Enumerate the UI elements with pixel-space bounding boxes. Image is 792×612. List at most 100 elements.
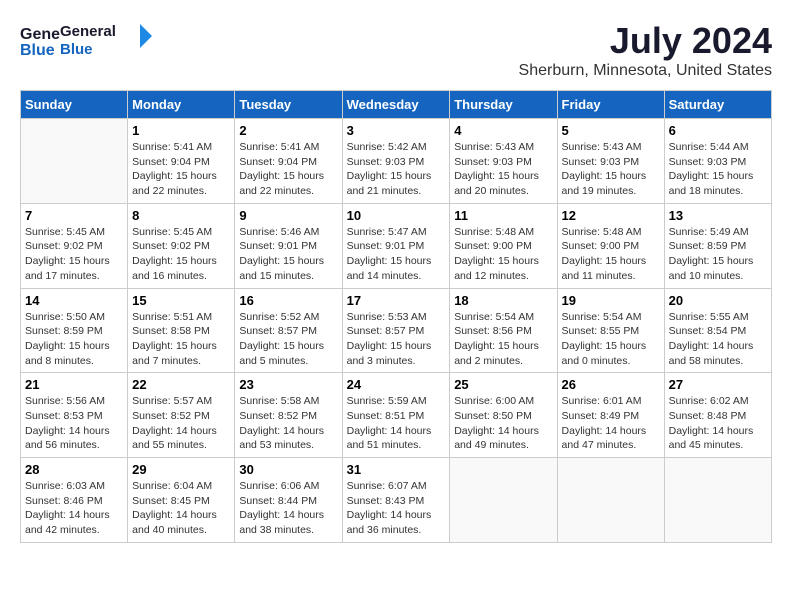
calendar-subtitle: Sherburn, Minnesota, United States bbox=[519, 62, 772, 80]
calendar-week-row: 7 Sunrise: 5:45 AM Sunset: 9:02 PM Daylig… bbox=[21, 203, 772, 288]
calendar-title: July 2024 bbox=[519, 20, 772, 62]
day-info: Sunrise: 5:52 AM Sunset: 8:57 PM Dayligh… bbox=[239, 310, 337, 369]
day-number: 7 bbox=[25, 208, 123, 223]
weekday-header: Tuesday bbox=[235, 91, 342, 119]
day-info: Sunrise: 5:50 AM Sunset: 8:59 PM Dayligh… bbox=[25, 310, 123, 369]
calendar-cell: 11 Sunrise: 5:48 AM Sunset: 9:00 PM Dayli… bbox=[450, 203, 557, 288]
day-info: Sunrise: 5:53 AM Sunset: 8:57 PM Dayligh… bbox=[347, 310, 446, 369]
day-number: 31 bbox=[347, 462, 446, 477]
calendar-cell bbox=[450, 458, 557, 543]
day-number: 10 bbox=[347, 208, 446, 223]
calendar-cell: 30 Sunrise: 6:06 AM Sunset: 8:44 PM Dayli… bbox=[235, 458, 342, 543]
day-number: 20 bbox=[669, 293, 767, 308]
calendar-cell: 29Sunrise: 6:04 AM Sunset: 8:45 PM Dayli… bbox=[128, 458, 235, 543]
day-info: Sunrise: 5:54 AM Sunset: 8:56 PM Dayligh… bbox=[454, 310, 552, 369]
day-info: Sunrise: 5:45 AM Sunset: 9:02 PM Dayligh… bbox=[25, 225, 123, 284]
logo-svg: General Blue bbox=[60, 20, 160, 62]
day-info: Sunrise: 5:51 AM Sunset: 8:58 PM Dayligh… bbox=[132, 310, 230, 369]
calendar-cell: 24 Sunrise: 5:59 AM Sunset: 8:51 PM Dayli… bbox=[342, 373, 450, 458]
day-number: 15 bbox=[132, 293, 230, 308]
calendar-cell: 1Sunrise: 5:41 AM Sunset: 9:04 PM Daylig… bbox=[128, 119, 235, 204]
day-number: 6 bbox=[669, 123, 767, 138]
calendar-cell: 19Sunrise: 5:54 AM Sunset: 8:55 PM Dayli… bbox=[557, 288, 664, 373]
day-info: Sunrise: 5:46 AM Sunset: 9:01 PM Dayligh… bbox=[239, 225, 337, 284]
day-info: Sunrise: 6:06 AM Sunset: 8:44 PM Dayligh… bbox=[239, 479, 337, 538]
calendar-cell: 2 Sunrise: 5:41 AM Sunset: 9:04 PM Daylig… bbox=[235, 119, 342, 204]
day-number: 18 bbox=[454, 293, 552, 308]
calendar-cell: 25 Sunrise: 6:00 AM Sunset: 8:50 PM Dayli… bbox=[450, 373, 557, 458]
calendar-cell: 16 Sunrise: 5:52 AM Sunset: 8:57 PM Dayli… bbox=[235, 288, 342, 373]
calendar-cell: 20 Sunrise: 5:55 AM Sunset: 8:54 PM Dayli… bbox=[664, 288, 771, 373]
day-info: Sunrise: 5:56 AM Sunset: 8:53 PM Dayligh… bbox=[25, 394, 123, 453]
weekday-header: Wednesday bbox=[342, 91, 450, 119]
day-number: 2 bbox=[239, 123, 337, 138]
calendar-cell: 27 Sunrise: 6:02 AM Sunset: 8:48 PM Dayli… bbox=[664, 373, 771, 458]
day-info: Sunrise: 5:58 AM Sunset: 8:52 PM Dayligh… bbox=[239, 394, 337, 453]
day-number: 27 bbox=[669, 377, 767, 392]
day-number: 8 bbox=[132, 208, 230, 223]
day-info: Sunrise: 5:44 AM Sunset: 9:03 PM Dayligh… bbox=[669, 140, 767, 199]
calendar-cell: 5 Sunrise: 5:43 AM Sunset: 9:03 PM Daylig… bbox=[557, 119, 664, 204]
weekday-header: Sunday bbox=[21, 91, 128, 119]
calendar-cell: 8 Sunrise: 5:45 AM Sunset: 9:02 PM Daylig… bbox=[128, 203, 235, 288]
day-number: 5 bbox=[562, 123, 660, 138]
day-number: 29 bbox=[132, 462, 230, 477]
day-info: Sunrise: 5:47 AM Sunset: 9:01 PM Dayligh… bbox=[347, 225, 446, 284]
calendar-cell: 26 Sunrise: 6:01 AM Sunset: 8:49 PM Dayli… bbox=[557, 373, 664, 458]
day-number: 1 bbox=[132, 123, 230, 138]
weekday-header: Saturday bbox=[664, 91, 771, 119]
day-info: Sunrise: 5:59 AM Sunset: 8:51 PM Dayligh… bbox=[347, 394, 446, 453]
day-info: Sunrise: 5:55 AM Sunset: 8:54 PM Dayligh… bbox=[669, 310, 767, 369]
day-number: 24 bbox=[347, 377, 446, 392]
day-number: 26 bbox=[562, 377, 660, 392]
calendar-week-row: 21 Sunrise: 5:56 AM Sunset: 8:53 PM Dayli… bbox=[21, 373, 772, 458]
weekday-header: Monday bbox=[128, 91, 235, 119]
day-info: Sunrise: 5:49 AM Sunset: 8:59 PM Dayligh… bbox=[669, 225, 767, 284]
calendar-cell bbox=[21, 119, 128, 204]
day-info: Sunrise: 5:45 AM Sunset: 9:02 PM Dayligh… bbox=[132, 225, 230, 284]
calendar-cell: 4Sunrise: 5:43 AM Sunset: 9:03 PM Daylig… bbox=[450, 119, 557, 204]
day-number: 9 bbox=[239, 208, 337, 223]
weekday-header-row: SundayMondayTuesdayWednesdayThursdayFrid… bbox=[21, 91, 772, 119]
calendar-cell: 23Sunrise: 5:58 AM Sunset: 8:52 PM Dayli… bbox=[235, 373, 342, 458]
day-number: 21 bbox=[25, 377, 123, 392]
calendar-cell: 6 Sunrise: 5:44 AM Sunset: 9:03 PM Daylig… bbox=[664, 119, 771, 204]
calendar-cell: 7 Sunrise: 5:45 AM Sunset: 9:02 PM Daylig… bbox=[21, 203, 128, 288]
calendar-week-row: 28Sunrise: 6:03 AM Sunset: 8:46 PM Dayli… bbox=[21, 458, 772, 543]
calendar-week-row: 14Sunrise: 5:50 AM Sunset: 8:59 PM Dayli… bbox=[21, 288, 772, 373]
weekday-header: Thursday bbox=[450, 91, 557, 119]
calendar-cell: 3 Sunrise: 5:42 AM Sunset: 9:03 PM Daylig… bbox=[342, 119, 450, 204]
day-number: 16 bbox=[239, 293, 337, 308]
day-info: Sunrise: 5:48 AM Sunset: 9:00 PM Dayligh… bbox=[562, 225, 660, 284]
day-info: Sunrise: 5:43 AM Sunset: 9:03 PM Dayligh… bbox=[562, 140, 660, 199]
calendar-cell: 22Sunrise: 5:57 AM Sunset: 8:52 PM Dayli… bbox=[128, 373, 235, 458]
day-number: 4 bbox=[454, 123, 552, 138]
day-number: 22 bbox=[132, 377, 230, 392]
day-number: 3 bbox=[347, 123, 446, 138]
calendar-cell: 10 Sunrise: 5:47 AM Sunset: 9:01 PM Dayli… bbox=[342, 203, 450, 288]
calendar-cell: 18 Sunrise: 5:54 AM Sunset: 8:56 PM Dayli… bbox=[450, 288, 557, 373]
day-number: 11 bbox=[454, 208, 552, 223]
day-number: 25 bbox=[454, 377, 552, 392]
calendar-cell: 14Sunrise: 5:50 AM Sunset: 8:59 PM Dayli… bbox=[21, 288, 128, 373]
day-info: Sunrise: 5:54 AM Sunset: 8:55 PM Dayligh… bbox=[562, 310, 660, 369]
calendar-week-row: 1 Sunrise: 5:41 AM Sunset: 9:04 PM Daylig… bbox=[21, 119, 772, 204]
calendar-cell: 12Sunrise: 5:48 AM Sunset: 9:00 PM Dayli… bbox=[557, 203, 664, 288]
day-info: Sunrise: 5:48 AM Sunset: 9:00 PM Dayligh… bbox=[454, 225, 552, 284]
calendar-cell: 21 Sunrise: 5:56 AM Sunset: 8:53 PM Dayli… bbox=[21, 373, 128, 458]
day-info: Sunrise: 6:00 AM Sunset: 8:50 PM Dayligh… bbox=[454, 394, 552, 453]
day-info: Sunrise: 6:01 AM Sunset: 8:49 PM Dayligh… bbox=[562, 394, 660, 453]
calendar-cell: 28Sunrise: 6:03 AM Sunset: 8:46 PM Dayli… bbox=[21, 458, 128, 543]
day-number: 30 bbox=[239, 462, 337, 477]
day-info: Sunrise: 6:03 AM Sunset: 8:46 PM Dayligh… bbox=[25, 479, 123, 538]
day-info: Sunrise: 6:02 AM Sunset: 8:48 PM Dayligh… bbox=[669, 394, 767, 453]
day-info: Sunrise: 5:42 AM Sunset: 9:03 PM Dayligh… bbox=[347, 140, 446, 199]
calendar-cell bbox=[557, 458, 664, 543]
calendar-cell bbox=[664, 458, 771, 543]
weekday-header: Friday bbox=[557, 91, 664, 119]
svg-text:General: General bbox=[20, 26, 60, 43]
day-info: Sunrise: 5:41 AM Sunset: 9:04 PM Dayligh… bbox=[239, 140, 337, 199]
svg-text:Blue: Blue bbox=[20, 42, 55, 59]
calendar-cell: 9 Sunrise: 5:46 AM Sunset: 9:01 PM Daylig… bbox=[235, 203, 342, 288]
svg-text:Blue: Blue bbox=[60, 41, 93, 58]
